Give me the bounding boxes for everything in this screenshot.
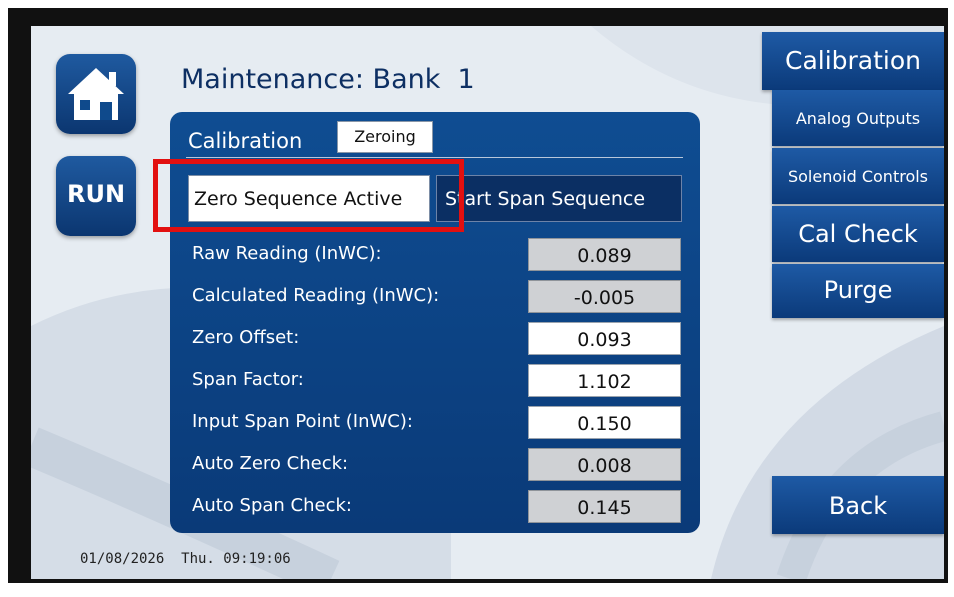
home-button[interactable] xyxy=(56,54,136,134)
nav-calibration[interactable]: Calibration xyxy=(762,32,944,90)
zero-offset-label: Zero Offset: xyxy=(192,327,300,348)
nav-purge-label: Purge xyxy=(823,276,893,304)
span-factor-label: Span Factor: xyxy=(192,369,304,390)
calculated-reading-label: Calculated Reading (InWC): xyxy=(192,285,440,306)
raw-reading-value: 0.089 xyxy=(528,238,681,271)
panel-section-label: Calibration xyxy=(188,129,303,153)
nav-solenoid-controls-label: Solenoid Controls xyxy=(787,167,929,186)
zero-sequence-button[interactable]: Zero Sequence Active xyxy=(188,175,430,222)
calculated-reading-value: -0.005 xyxy=(528,280,681,313)
hmi-screen: RUN Maintenance: Bank 1 Calibration Zero… xyxy=(31,26,944,579)
panel-divider xyxy=(186,157,683,158)
nav-calibration-label: Calibration xyxy=(784,46,922,75)
nav-cal-check-label: Cal Check xyxy=(798,220,918,248)
device-frame: RUN Maintenance: Bank 1 Calibration Zero… xyxy=(0,0,954,597)
back-button[interactable]: Back xyxy=(772,476,944,534)
start-span-sequence-button[interactable]: Start Span Sequence xyxy=(436,175,682,222)
datetime-display: 01/08/2026 Thu. 09:19:06 xyxy=(80,551,291,567)
nav-analog-outputs-label: Analog Outputs xyxy=(795,109,921,128)
auto-zero-check-label: Auto Zero Check: xyxy=(192,453,349,474)
span-factor-field[interactable]: 1.102 xyxy=(528,364,681,397)
nav-analog-outputs[interactable]: Analog Outputs xyxy=(772,90,944,146)
calibration-panel: Calibration Zeroing Zero Sequence Active… xyxy=(170,112,700,533)
auto-span-check-label: Auto Span Check: xyxy=(192,495,352,516)
page-title: Maintenance: Bank 1 xyxy=(181,64,475,95)
zero-offset-field[interactable]: 0.093 xyxy=(528,322,681,355)
run-button[interactable]: RUN xyxy=(56,156,136,236)
input-span-point-field[interactable]: 0.150 xyxy=(528,406,681,439)
back-button-label: Back xyxy=(828,492,888,520)
input-span-point-label: Input Span Point (InWC): xyxy=(192,411,413,432)
nav-solenoid-controls[interactable]: Solenoid Controls xyxy=(772,148,944,204)
nav-cal-check[interactable]: Cal Check xyxy=(772,206,944,262)
nav-purge[interactable]: Purge xyxy=(772,264,944,318)
auto-zero-check-value: 0.008 xyxy=(528,448,681,481)
home-icon xyxy=(68,68,124,120)
auto-span-check-value: 0.145 xyxy=(528,490,681,523)
raw-reading-label: Raw Reading (InWC): xyxy=(192,243,382,264)
mode-indicator: Zeroing xyxy=(337,121,433,153)
